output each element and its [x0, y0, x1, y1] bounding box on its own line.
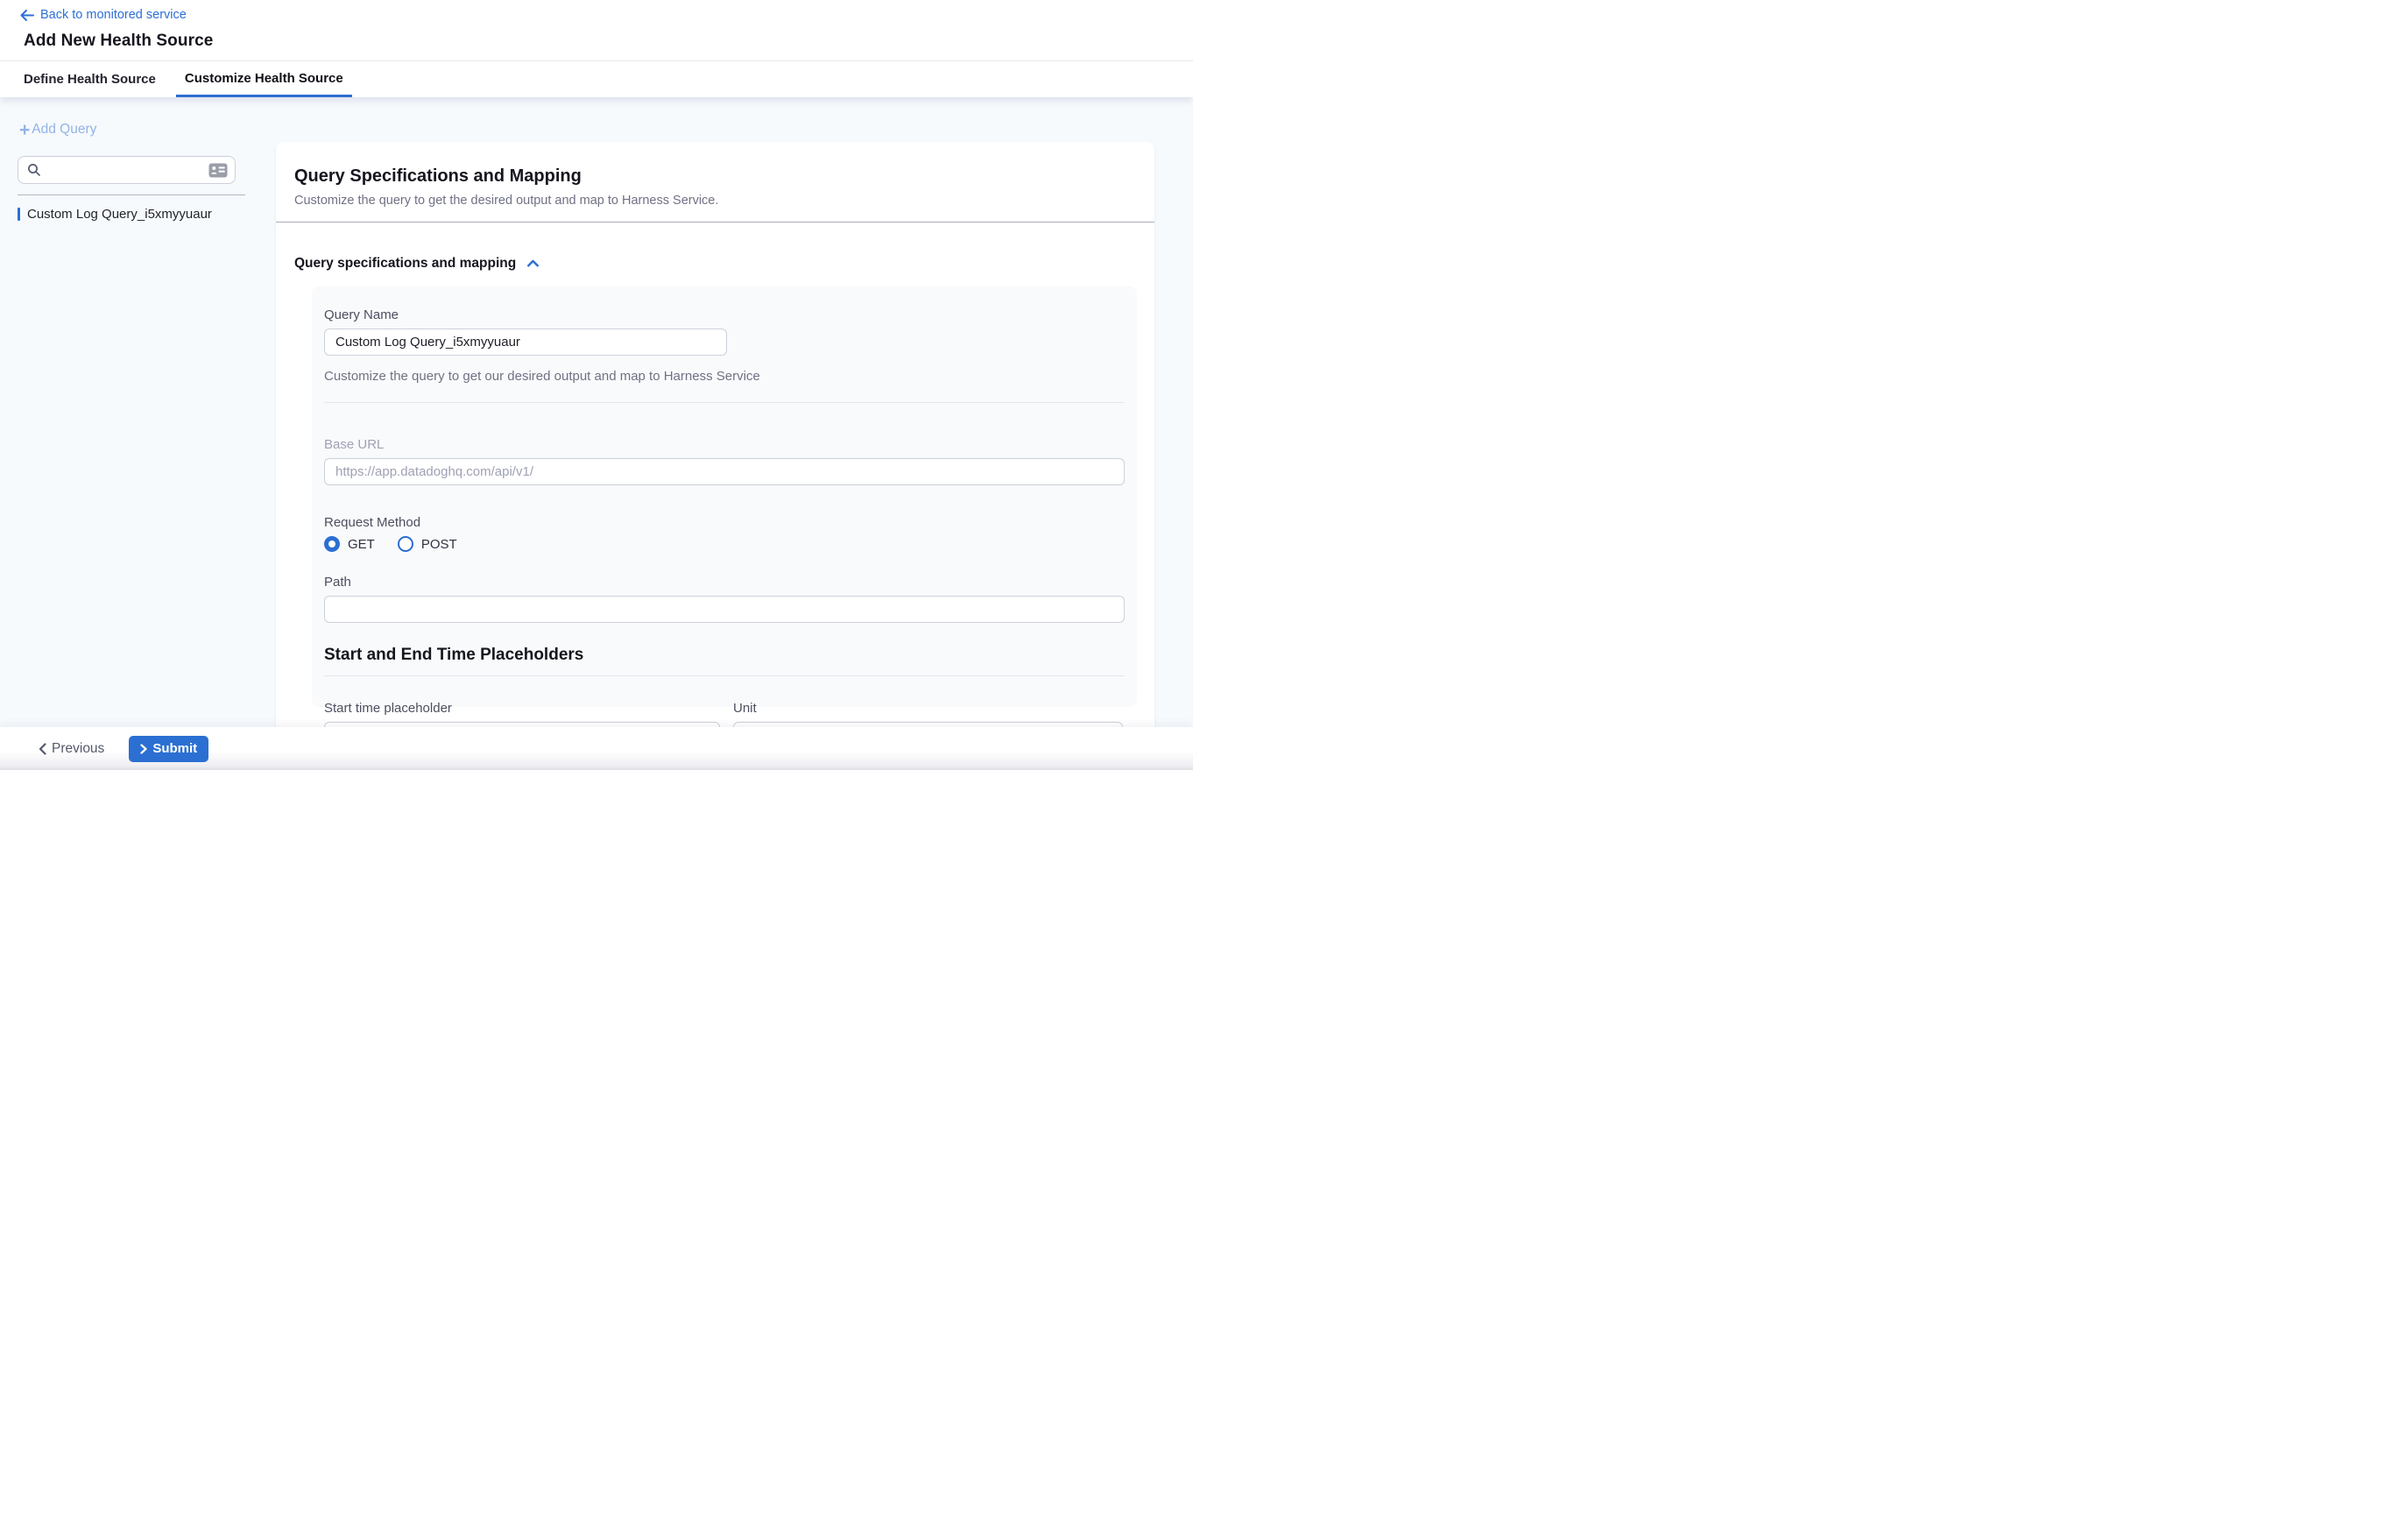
time-placeholders-divider	[324, 675, 1125, 676]
back-arrow-icon	[19, 9, 34, 22]
radio-option-get[interactable]: GET	[324, 536, 375, 552]
radio-get-selected-icon	[324, 536, 340, 552]
collapse-section-button[interactable]	[526, 259, 540, 268]
submit-button-label: Submit	[152, 741, 197, 756]
time-placeholder-row: Start time placeholder Unit Seconds	[324, 701, 1125, 727]
radio-post-icon	[398, 536, 413, 552]
query-list-item[interactable]: Custom Log Query_i5xmyyuaur	[18, 207, 267, 222]
unit-column: Unit Seconds	[733, 701, 1123, 727]
base-url-input[interactable]	[324, 458, 1125, 485]
section-title: Query specifications and mapping	[294, 256, 516, 272]
query-name-input[interactable]	[324, 328, 727, 356]
panel-divider	[276, 222, 1154, 223]
query-name-label: Query Name	[324, 307, 1125, 322]
back-link-label: Back to monitored service	[40, 8, 187, 22]
back-link[interactable]: Back to monitored service	[19, 8, 187, 22]
tab-bar: Define Health Source Customize Health So…	[0, 60, 1193, 97]
chevron-up-icon	[526, 259, 540, 268]
sidebar: + Add Query Custom Log Query_i5xmyyuaur	[0, 97, 276, 727]
page-header: Back to monitored service Add New Health…	[0, 0, 1193, 60]
start-time-column: Start time placeholder	[324, 701, 720, 727]
request-method-group: GET POST	[324, 536, 1125, 552]
id-card-icon[interactable]	[208, 163, 228, 178]
page-title: Add New Health Source	[24, 32, 213, 51]
query-name-help: Customize the query to get our desired o…	[324, 369, 1125, 384]
chevron-right-icon	[140, 744, 147, 754]
path-input[interactable]	[324, 596, 1125, 623]
query-specifications-panel: Query Specifications and Mapping Customi…	[276, 142, 1154, 727]
section-header: Query specifications and mapping	[294, 256, 1136, 272]
path-label: Path	[324, 575, 1125, 590]
radio-option-post[interactable]: POST	[398, 536, 457, 552]
submit-button[interactable]: Submit	[129, 736, 208, 762]
plus-icon: +	[19, 124, 30, 137]
panel-subtitle: Customize the query to get the desired o…	[294, 194, 1136, 208]
chevron-left-icon	[39, 743, 46, 755]
tab-customize-health-source[interactable]: Customize Health Source	[176, 61, 352, 97]
search-icon	[27, 163, 41, 177]
query-mapping-card: Query Name Customize the query to get ou…	[312, 286, 1137, 707]
unit-label: Unit	[733, 701, 1123, 716]
add-query-button[interactable]: + Add Query	[19, 122, 96, 138]
selected-query-indicator	[18, 208, 20, 221]
add-query-label: Add Query	[32, 122, 96, 138]
previous-button[interactable]: Previous	[39, 741, 104, 757]
start-time-label: Start time placeholder	[324, 701, 720, 716]
query-search-box	[18, 156, 236, 184]
footer-bar: Previous Submit	[0, 727, 1193, 770]
previous-button-label: Previous	[52, 741, 104, 757]
sidebar-divider	[18, 194, 245, 195]
request-method-label: Request Method	[324, 515, 1125, 530]
tab-define-health-source[interactable]: Define Health Source	[24, 61, 156, 97]
query-item-label: Custom Log Query_i5xmyyuaur	[27, 207, 212, 222]
radio-get-label: GET	[348, 537, 375, 552]
search-input[interactable]	[46, 163, 203, 177]
time-placeholders-title: Start and End Time Placeholders	[324, 646, 1125, 665]
app-root: Back to monitored service Add New Health…	[0, 0, 1193, 770]
panel-title: Query Specifications and Mapping	[294, 166, 1136, 187]
radio-post-label: POST	[421, 537, 457, 552]
base-url-label: Base URL	[324, 437, 1125, 452]
